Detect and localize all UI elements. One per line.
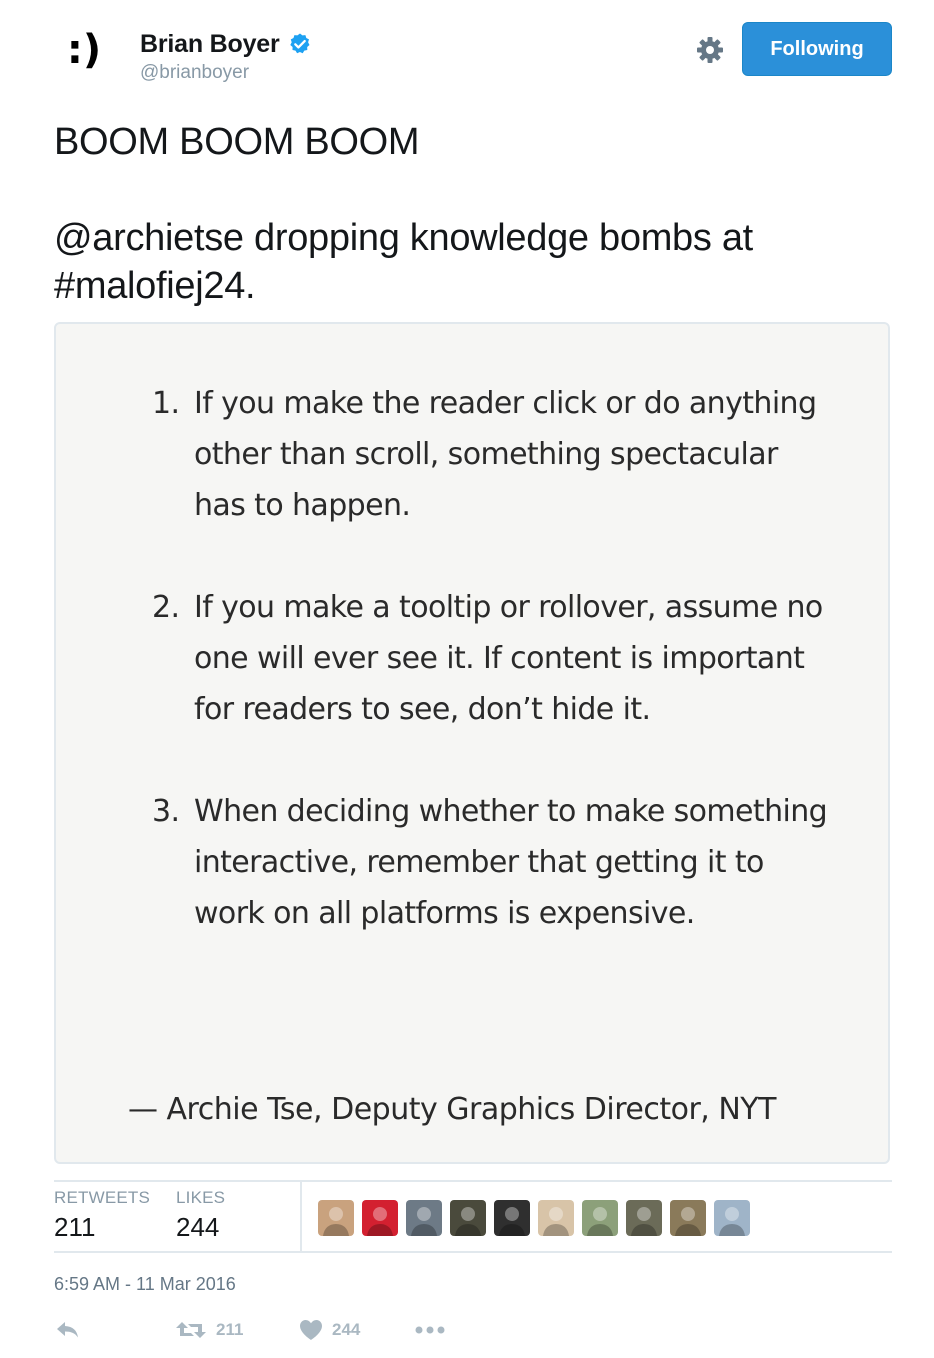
rule-number: 3.: [152, 794, 180, 829]
liker-avatars: [318, 1200, 758, 1236]
handle[interactable]: @brianboyer: [140, 62, 312, 84]
person-icon: [631, 1207, 657, 1236]
liker-avatar[interactable]: [406, 1200, 442, 1236]
liker-avatar[interactable]: [670, 1200, 706, 1236]
person-icon: [367, 1207, 393, 1236]
rule-text: If you make a tooltip or rollover, assum…: [194, 590, 823, 727]
liker-avatar[interactable]: [450, 1200, 486, 1236]
tweet-line: BOOM BOOM BOOM: [54, 121, 420, 163]
likes-stat[interactable]: LIKES 244: [176, 1188, 225, 1243]
like-count: 244: [332, 1320, 361, 1339]
stats-separator: [300, 1182, 302, 1252]
rule-text: When deciding whether to make something …: [194, 794, 828, 931]
liker-avatar[interactable]: [538, 1200, 574, 1236]
retweet-icon: [176, 1322, 206, 1338]
liker-avatar[interactable]: [318, 1200, 354, 1236]
person-icon: [411, 1207, 437, 1236]
person-icon: [499, 1207, 525, 1236]
person-icon: [323, 1207, 349, 1236]
liker-avatar[interactable]: [714, 1200, 750, 1236]
author-block: Brian Boyer @brianboyer: [140, 30, 312, 84]
more-icon: [415, 1326, 445, 1334]
heart-icon: [300, 1320, 322, 1340]
rules-list: 1. If you make the reader click or do an…: [152, 378, 832, 939]
rule-item: 1. If you make the reader click or do an…: [152, 378, 832, 531]
divider: [54, 1251, 892, 1253]
rule-item: 2. If you make a tooltip or rollover, as…: [152, 582, 832, 735]
more-button[interactable]: [414, 1318, 446, 1342]
divider: [54, 1180, 892, 1182]
person-icon: [455, 1207, 481, 1236]
tweet-header: :) Brian Boyer @brianboyer Following: [0, 0, 934, 110]
person-icon: [719, 1207, 745, 1236]
following-button[interactable]: Following: [742, 22, 892, 76]
retweet-count: 211: [216, 1320, 244, 1339]
likes-label: LIKES: [176, 1188, 226, 1207]
gear-icon[interactable]: [694, 34, 726, 66]
tweet-image[interactable]: 1. If you make the reader click or do an…: [54, 322, 890, 1164]
liker-avatar[interactable]: [362, 1200, 398, 1236]
person-icon: [675, 1207, 701, 1236]
person-icon: [587, 1207, 613, 1236]
liker-avatar[interactable]: [494, 1200, 530, 1236]
verified-badge-icon: [288, 32, 312, 56]
liker-avatar[interactable]: [626, 1200, 662, 1236]
reply-icon: [57, 1322, 78, 1338]
display-name[interactable]: Brian Boyer: [140, 30, 280, 59]
retweets-label: RETWEETS: [54, 1188, 151, 1207]
rule-text: If you make the reader click or do anyth…: [194, 386, 817, 523]
avatar[interactable]: :): [54, 20, 114, 80]
like-button[interactable]: 244: [298, 1318, 360, 1342]
retweets-stat[interactable]: RETWEETS 211: [54, 1188, 150, 1243]
retweet-button[interactable]: 211: [174, 1318, 243, 1342]
rule-number: 1.: [152, 386, 180, 421]
attribution: — Archie Tse, Deputy Graphics Director, …: [128, 1092, 776, 1127]
tweet-text: BOOM BOOM BOOM @archietse dropping knowl…: [54, 118, 884, 310]
likes-count: 244: [176, 1212, 220, 1242]
rule-item: 3. When deciding whether to make somethi…: [152, 786, 832, 939]
reply-button[interactable]: [54, 1318, 82, 1342]
rule-number: 2.: [152, 590, 180, 625]
timestamp[interactable]: 6:59 AM - 11 Mar 2016: [54, 1274, 236, 1295]
retweets-count: 211: [54, 1212, 96, 1242]
person-icon: [543, 1207, 569, 1236]
tweet-line: @archietse dropping knowledge bombs at #…: [54, 217, 753, 307]
liker-avatar[interactable]: [582, 1200, 618, 1236]
